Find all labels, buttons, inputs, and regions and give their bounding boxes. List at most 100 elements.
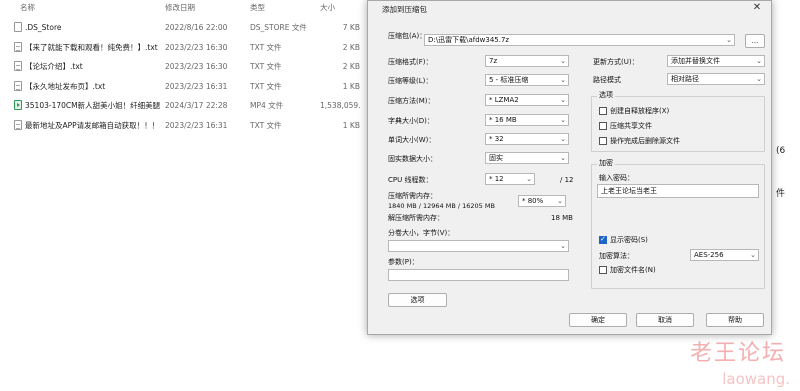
format-select[interactable]: 7z ⌄ [485,55,569,67]
level-value: 5 - 标准压缩 [489,76,529,84]
format-label: 压缩格式(F)： [388,58,433,66]
level-label: 压缩等级(L)： [388,77,433,85]
memory-usage-select[interactable]: * 80% ⌄ [518,195,566,207]
update-mode-select[interactable]: 添加并替换文件 ⌄ [667,55,765,67]
background-text-fragment: (6 [776,146,786,156]
file-date: 2023/2/23 16:31 [165,81,228,91]
memory-usage-value: * 80% [522,197,544,205]
dictionary-select[interactable]: * 16 MB ⌄ [485,114,569,126]
chevron-down-icon: ⌄ [560,116,566,124]
cpu-threads-label: CPU 线程数： [388,176,433,184]
column-header-size[interactable]: 大小 [320,0,335,16]
archive-path-combo[interactable]: D:\迅雷下载\afdw345.7z ⌄ [424,34,735,46]
method-select[interactable]: * LZMA2 ⌄ [485,94,569,106]
word-size-label: 单词大小(W)： [388,136,436,144]
file-name: 最新地址及APP请发邮箱自动获取！！！... [25,120,160,130]
help-button[interactable]: 帮助 [706,313,764,327]
dialog-title: 添加到压缩包 [382,5,427,14]
watermark-text: 老王论坛 [689,341,786,366]
file-row[interactable]: 【永久地址发布页】.txt 2023/2/23 16:31 TXT 文件 1 K… [0,77,380,97]
file-name: .DS_Store [25,23,62,32]
word-size-select[interactable]: * 32 ⌄ [485,133,569,145]
file-name: 【论坛介绍】.txt [25,62,83,71]
level-select[interactable]: 5 - 标准压缩 ⌄ [485,74,569,86]
file-date: 2023/2/23 16:30 [165,62,228,71]
column-header-type[interactable]: 类型 [250,0,265,16]
file-row[interactable]: 最新地址及APP请发邮箱自动获取！！！... 2023/2/23 16:31 T… [0,116,380,136]
file-date: 2023/2/23 16:31 [165,120,228,130]
sfx-checkbox[interactable] [599,107,607,115]
chevron-down-icon: ⌄ [560,242,566,250]
file-date: 2023/2/23 16:30 [165,42,228,52]
shared-files-checkbox[interactable] [599,122,607,130]
ok-button[interactable]: 确定 [569,313,627,327]
chevron-down-icon: ⌄ [560,135,566,143]
cpu-threads-total: / 12 [560,176,574,184]
word-size-value: * 32 [489,135,504,143]
cpu-threads-select[interactable]: * 12 ⌄ [485,173,535,185]
file-size: 1,538,059... [320,101,360,110]
file-row[interactable]: .DS_Store 2022/8/16 22:00 DS_STORE 文件 7 … [0,18,380,38]
delete-after-checkbox[interactable] [599,137,607,145]
method-label: 压缩方法(M)： [388,97,435,105]
file-row[interactable]: 【论坛介绍】.txt 2023/2/23 16:30 TXT 文件 2 KB [0,57,380,77]
shared-files-label: 压缩共享文件 [610,122,652,130]
file-row[interactable]: 35103-170CM新人甜美小姐！纤细美腿... 2024/3/17 22:2… [0,96,380,116]
decompress-memory-label: 解压缩所需内存： [388,214,444,222]
show-password-label: 显示密码(S) [610,236,648,244]
solid-block-value: 固实 [489,154,503,162]
file-name: 【永久地址发布页】.txt [25,81,106,91]
update-mode-value: 添加并替换文件 [671,57,720,65]
column-header-name[interactable]: 名称 [20,0,35,16]
file-type: TXT 文件 [250,62,282,71]
file-name: 【来了就能下载和观看！纯免费！】.txt [25,42,158,52]
password-input[interactable]: 上老王论坛当老王 [597,184,759,198]
encrypt-names-label: 加密文件名(N) [610,266,656,274]
archive-label: 压缩包(A)： [388,32,427,40]
chevron-down-icon: ⌄ [750,251,756,259]
compress-memory-detail: 1840 MB / 12964 MB / 16205 MB [388,202,495,210]
dictionary-value: * 16 MB [489,116,517,124]
file-type: DS_STORE 文件 [250,23,307,32]
method-value: * LZMA2 [489,96,519,104]
options-group-title: 选项 [597,91,615,100]
file-row[interactable]: 【来了就能下载和观看！纯免费！】.txt 2023/2/23 16:30 TXT… [0,38,380,58]
encrypt-names-checkbox[interactable] [599,266,607,274]
split-volume-combo[interactable]: ⌄ [388,240,569,252]
chevron-down-icon: ⌄ [756,57,762,65]
browse-button[interactable]: ... [745,34,765,48]
solid-block-label: 固实数据大小： [388,155,437,163]
file-name: 35103-170CM新人甜美小姐！纤细美腿... [25,101,160,110]
path-mode-value: 相对路径 [671,75,699,83]
path-mode-label: 路径模式 [593,76,621,84]
cpu-threads-value: * 12 [489,175,504,183]
chevron-down-icon: ⌄ [726,36,732,44]
sfx-label: 创建自释放程序(X) [610,107,670,115]
watermark-subtext: laowang. [722,370,790,388]
cancel-button[interactable]: 取消 [636,313,694,327]
show-password-checkbox[interactable] [599,235,607,244]
parameters-input[interactable] [388,269,569,281]
encryption-method-label: 加密算法： [599,252,634,260]
split-volume-label: 分卷大小，字节(V)： [388,229,455,237]
encryption-group-title: 加密 [597,159,615,168]
path-mode-select[interactable]: 相对路径 ⌄ [667,73,765,85]
chevron-down-icon: ⌄ [560,96,566,104]
delete-after-label: 操作完成后删除源文件 [610,137,680,145]
update-mode-label: 更新方式(U)： [593,58,639,66]
close-icon[interactable]: ✕ [751,2,763,14]
file-date: 2022/8/16 22:00 [165,23,228,32]
file-type: TXT 文件 [250,42,282,52]
decompress-memory-value: 18 MB [551,214,573,222]
encryption-method-select[interactable]: AES-256 ⌄ [690,249,759,261]
solid-block-select[interactable]: 固实 ⌄ [485,152,569,164]
column-header-date[interactable]: 修改日期 [165,0,195,16]
file-size: 2 KB [342,62,360,71]
file-type: TXT 文件 [250,81,282,91]
file-size: 1 KB [342,120,360,130]
text-file-icon [14,80,22,91]
chevron-down-icon: ⌄ [560,57,566,65]
options-button[interactable]: 选项 [388,293,447,307]
chevron-down-icon: ⌄ [560,154,566,162]
chevron-down-icon: ⌄ [557,197,563,205]
